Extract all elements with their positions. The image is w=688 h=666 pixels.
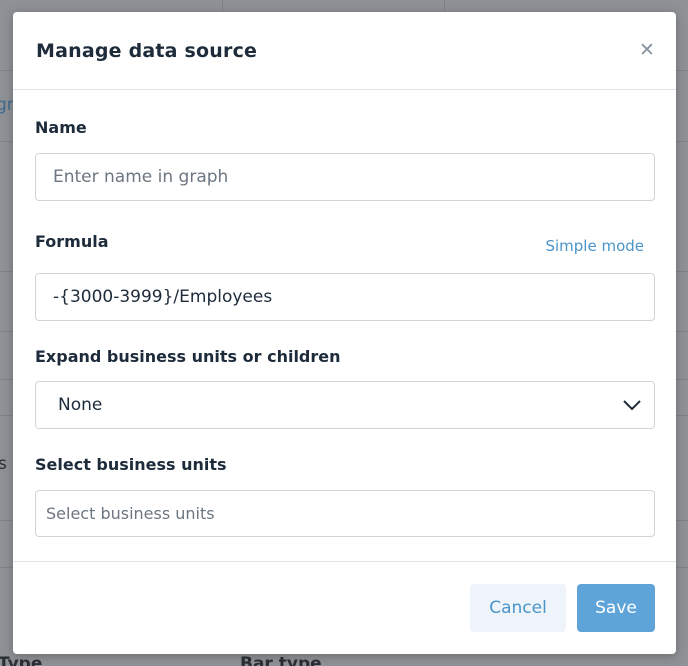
- backdrop-divider: [222, 0, 223, 12]
- formula-label: Formula: [35, 232, 109, 251]
- backdrop-divider: [444, 0, 445, 12]
- business-units-input[interactable]: Select business units: [35, 490, 655, 537]
- chevron-down-icon: [623, 400, 641, 411]
- formula-label-row: Formula Simple mode: [35, 227, 655, 255]
- backdrop-column-header: Bar type: [240, 654, 322, 666]
- dialog-header: Manage data source ✕: [13, 12, 676, 90]
- save-button[interactable]: Save: [577, 584, 655, 632]
- cancel-button[interactable]: Cancel: [470, 584, 566, 632]
- dialog-footer: Cancel Save: [13, 561, 676, 654]
- formula-input[interactable]: -{3000-3999}/Employees: [35, 273, 655, 321]
- backdrop-link: gr: [0, 95, 14, 115]
- name-label: Name: [35, 118, 87, 137]
- business-units-label: Select business units: [35, 455, 227, 474]
- backdrop-text: s: [0, 454, 7, 474]
- expand-label: Expand business units or children: [35, 347, 341, 366]
- dialog-body: Name Enter name in graph Formula Simple …: [13, 90, 676, 537]
- expand-select[interactable]: None: [35, 381, 655, 429]
- simple-mode-link[interactable]: Simple mode: [545, 237, 644, 255]
- name-input[interactable]: Enter name in graph: [35, 153, 655, 201]
- manage-data-source-dialog: Manage data source ✕ Name Enter name in …: [13, 12, 676, 654]
- expand-select-value: None: [58, 395, 103, 415]
- backdrop-column-header: Type: [0, 654, 43, 666]
- dialog-title: Manage data source: [36, 39, 258, 62]
- close-icon[interactable]: ✕: [638, 41, 656, 60]
